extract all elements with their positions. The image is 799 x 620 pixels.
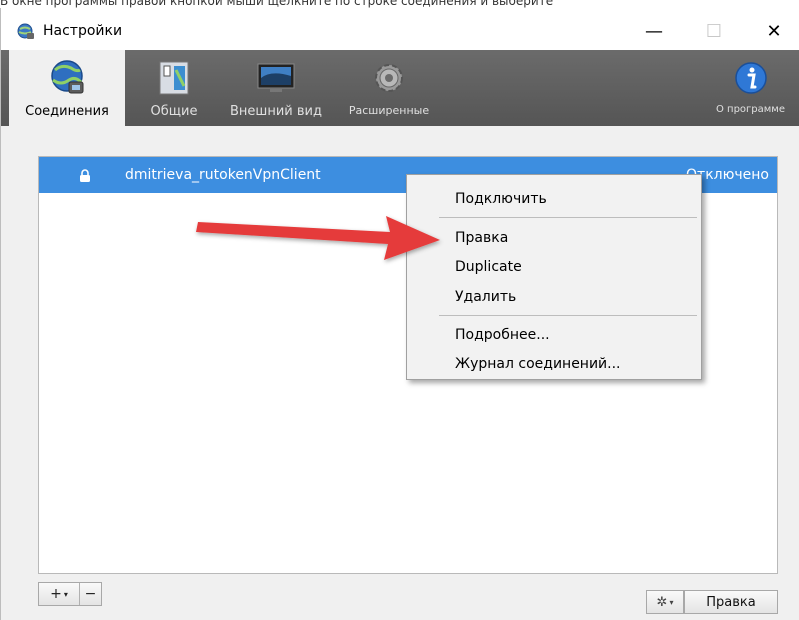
menu-item-connection-log[interactable]: Журнал соединений... (455, 356, 621, 372)
chevron-down-icon: ▾ (669, 597, 674, 607)
chevron-down-icon: ▾ (63, 589, 68, 599)
globe-network-icon (51, 60, 84, 94)
menu-item-duplicate[interactable]: Duplicate (455, 259, 522, 275)
context-menu: Подключить Правка Duplicate Удалить Подр… (406, 174, 702, 380)
add-label: + (50, 586, 62, 602)
tab-advanced-label: Расширенные (348, 104, 430, 117)
actions-gear-button[interactable]: ✲ ▾ (646, 590, 684, 614)
about-label: О программе (715, 104, 786, 115)
monitor-icon (257, 63, 295, 92)
remove-connection-button[interactable]: − (80, 583, 101, 605)
tab-appearance-label: Внешний вид (230, 104, 322, 119)
preferences-toolbar: Соединения Общие Внешний вид Расширенные… (1, 50, 799, 126)
tab-connections[interactable]: Соединения (9, 50, 125, 126)
title-bar: Настройки — ☐ ✕ (1, 8, 799, 50)
menu-item-edit[interactable]: Правка (455, 230, 508, 246)
menu-item-delete[interactable]: Удалить (455, 289, 516, 305)
info-icon (734, 62, 767, 94)
tab-general-label: Общие (150, 104, 198, 119)
instruction-caption: В окне программы правой кнопкой мыши щел… (0, 0, 554, 8)
add-connection-button[interactable]: + ▾ (39, 583, 80, 605)
maximize-button[interactable]: ☐ (691, 16, 737, 46)
minimize-button[interactable]: — (631, 16, 677, 46)
menu-item-details[interactable]: Подробнее... (455, 327, 550, 343)
switch-panel-icon (159, 61, 189, 95)
lock-icon (80, 169, 90, 182)
menu-separator (439, 315, 697, 316)
about-button[interactable]: О программе (701, 50, 799, 126)
menu-item-connect[interactable]: Подключить (455, 191, 547, 207)
edit-button[interactable]: Правка (684, 590, 778, 614)
connection-name: dmitrieva_rutokenVpnClient (125, 167, 321, 183)
tab-connections-label: Соединения (25, 104, 109, 119)
tab-general[interactable]: Общие (143, 50, 205, 126)
menu-separator (439, 217, 697, 218)
window-title: Настройки (43, 23, 123, 39)
tab-advanced[interactable]: Расширенные (339, 50, 439, 126)
gear-icon (375, 64, 403, 92)
close-button[interactable]: ✕ (751, 16, 797, 46)
gear-icon: ✲ (656, 594, 668, 610)
add-remove-group: + ▾ − (38, 582, 102, 606)
app-globe-icon (17, 23, 34, 39)
red-arrow-annotation (196, 216, 440, 260)
tab-appearance[interactable]: Внешний вид (219, 50, 333, 126)
